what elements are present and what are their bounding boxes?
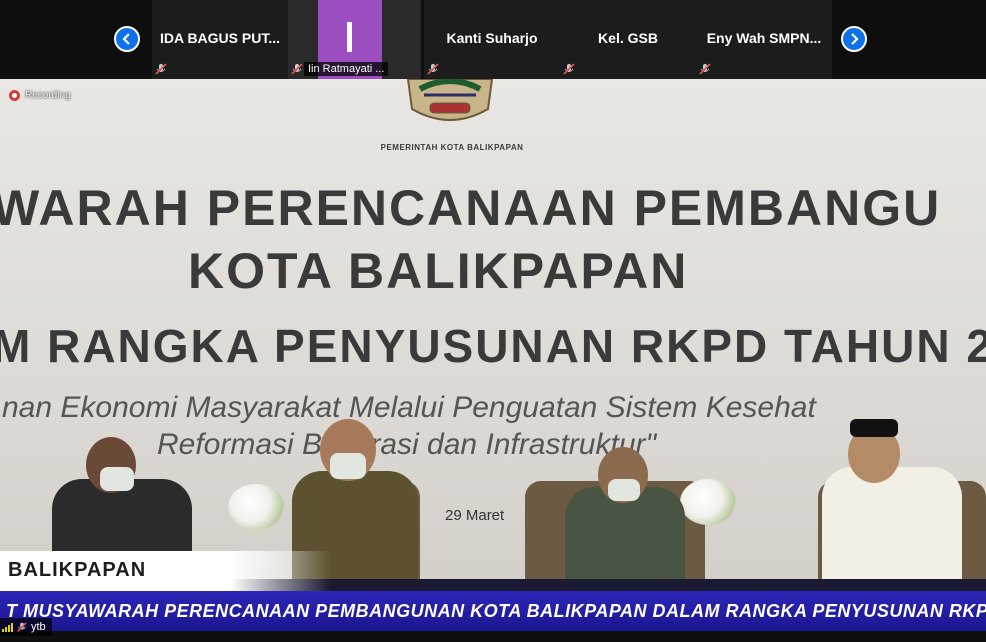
- news-ticker: T MUSYAWARAH PERENCANAAN PEMBANGUNAN KOT…: [0, 591, 986, 631]
- self-view-badge[interactable]: ytb: [0, 618, 52, 636]
- mic-muted-icon: [427, 63, 439, 75]
- next-page-button[interactable]: [841, 26, 867, 52]
- participant-tile[interactable]: Iin Ratmayati ...: [288, 0, 421, 79]
- signal-strength-icon: [2, 622, 13, 632]
- ticker-text: T MUSYAWARAH PERENCANAAN PEMBANGUNAN KOT…: [6, 601, 986, 621]
- city-emblem-icon: [406, 79, 494, 121]
- prev-page-button[interactable]: [114, 26, 140, 52]
- shared-video[interactable]: PEMERINTAH KOTA BALIKPAPAN WARAH PERENCA…: [0, 79, 986, 642]
- banner-tagline-2: Reformasi Birokrasi dan Infrastruktur": [157, 428, 657, 461]
- recording-label: Recording: [25, 90, 71, 101]
- lower-third-text: BALIKPAPAN: [8, 559, 147, 581]
- participant-strip: IDA BAGUS PUT... Iin Ratmayati ... Kanti…: [0, 0, 986, 79]
- participant-tile[interactable]: Kanti Suharjo: [424, 0, 560, 79]
- participant-tile[interactable]: Eny Wah SMPN...: [696, 0, 832, 79]
- banner-title-line-2: KOTA BALIKPAPAN: [188, 243, 689, 299]
- recording-indicator[interactable]: Recording: [9, 90, 71, 101]
- banner-date: 29 Maret: [445, 507, 505, 524]
- banner-tagline-1: nan Ekonomi Masyarakat Melalui Penguatan…: [2, 391, 816, 424]
- participant-name: IDA BAGUS PUT...: [159, 30, 281, 46]
- participant-name: Eny Wah SMPN...: [706, 30, 822, 46]
- flower-arrangement: [228, 484, 284, 530]
- participant-name: Kel. GSB: [598, 30, 658, 46]
- self-name: ytb: [31, 621, 46, 633]
- participant-name: Iin Ratmayati ...: [304, 62, 389, 76]
- banner-title-line-3: M RANGKA PENYUSUNAN RKPD TAHUN 20: [0, 320, 986, 372]
- participant-tile[interactable]: IDA BAGUS PUT...: [152, 0, 288, 79]
- avatar-initial: [347, 22, 352, 52]
- participant-tile[interactable]: Kel. GSB: [560, 0, 696, 79]
- flower-arrangement: [680, 479, 736, 525]
- mic-muted-icon: [563, 63, 575, 75]
- mic-muted-icon: [699, 63, 711, 75]
- government-caption: PEMERINTAH KOTA BALIKPAPAN: [380, 143, 524, 152]
- mic-muted-icon: [291, 63, 303, 75]
- chevron-right-icon: [851, 33, 859, 45]
- chevron-left-icon: [122, 33, 130, 45]
- banner-title-line-1: WARAH PERENCANAAN PEMBANGU: [0, 180, 942, 236]
- participant-name: Kanti Suharjo: [446, 30, 538, 46]
- meeting-window: IDA BAGUS PUT... Iin Ratmayati ... Kanti…: [0, 0, 986, 642]
- record-icon: [9, 90, 20, 101]
- mic-muted-icon: [17, 622, 27, 632]
- video-bottom-bar: [0, 631, 986, 642]
- mic-muted-icon: [155, 63, 167, 75]
